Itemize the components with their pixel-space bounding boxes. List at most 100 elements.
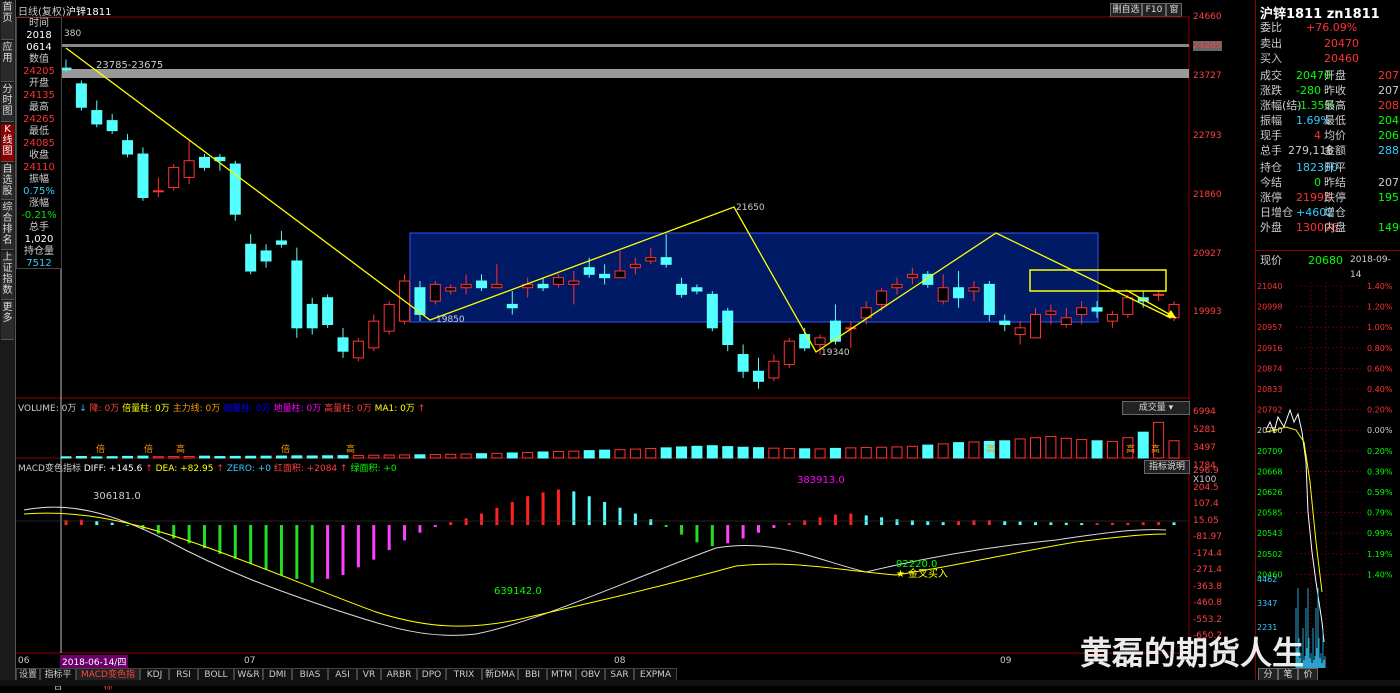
volume-bar-37 (629, 448, 641, 459)
mini-left-2: 20957 (1257, 323, 1282, 332)
close-label: 收盘 (29, 150, 49, 161)
volume-bar-72 (1168, 440, 1180, 459)
macd-bar-47 (787, 523, 791, 526)
macd-bar-51 (849, 513, 853, 526)
quote-zd_l: 涨跌 (1260, 84, 1282, 97)
quote-low_v: 204 (1378, 114, 1399, 127)
volume-legend: VOLUME: 0万 ↓ 降: 0万 倍量柱: 0万 主力线: 0万 缩量柱: … (18, 401, 425, 414)
quote-weibi_l: 委比 (1260, 21, 1282, 34)
macd-bar-71 (1157, 522, 1161, 526)
volume-bar-29 (506, 452, 518, 459)
annotation-21650: 21650 (736, 203, 765, 213)
nav-7[interactable]: 更多 (1, 302, 14, 340)
macd-bar-29 (510, 501, 514, 526)
quote-row-oi: 持仓 182380 开平 (1256, 160, 1400, 175)
left-nav: 首页 应用分时图 K线图自选股综合排名上证指数更多 (0, 0, 16, 686)
volume-bar-28 (491, 452, 503, 459)
quote-tot_l: 总手 (1260, 144, 1282, 157)
candle-46 (768, 354, 780, 382)
volume-bar-21 (383, 454, 395, 459)
candle-71 (1153, 291, 1165, 302)
nav-1[interactable]: 应用 (1, 42, 14, 82)
macd-bar-21 (387, 525, 391, 551)
macd-bar-69 (1126, 522, 1130, 526)
macd-bar-2 (95, 521, 99, 526)
quote-sell_l: 卖出 (1260, 37, 1282, 50)
nav-5[interactable]: 综合排名 (1, 202, 14, 250)
now-value: 20680 (1308, 254, 1343, 267)
high-label: 最高 (29, 102, 49, 113)
amplitude-value: 0.75% (23, 186, 55, 197)
volume-bar-22 (399, 454, 411, 459)
quote-amt_v: 288.7 (1378, 144, 1400, 157)
macd-axis-0: 296.9 (1193, 466, 1219, 476)
candle-15 (291, 247, 303, 338)
volume-bar-24 (429, 454, 441, 459)
low-value: 24085 (23, 138, 55, 149)
quote-row-wp: 外盘130096内盘1490 (1256, 220, 1400, 235)
volume-indicator-select[interactable]: 成交量 ▾ (1122, 401, 1190, 415)
main-chart[interactable]: 23785-23675 380 19850 21650 19340 倍 倍 高 倍 高 高… (16, 0, 1190, 668)
macd-axis-5: -174.4 (1193, 548, 1223, 559)
macd-bar-54 (895, 519, 899, 526)
mini-right-14: 1.40% (1367, 570, 1393, 579)
quote-deal_l: 成交 (1260, 69, 1282, 82)
nav-4[interactable]: 自选股 (1, 164, 14, 200)
macd-bar-42 (710, 525, 714, 547)
quote-row-zf: 涨幅(结) -1.35% 最高 208 (1256, 98, 1400, 113)
quote-divider (1256, 250, 1400, 251)
xaxis-06: 06 (18, 656, 30, 666)
quote-row-amp: 振幅 1.69% 最低 204 (1256, 113, 1400, 128)
macd-bar-61 (1003, 521, 1007, 526)
mini-left-9: 20668 (1257, 467, 1282, 476)
nav-2[interactable]: 分时图 (1, 84, 14, 122)
golden-cross-label: 金叉买入 (908, 567, 948, 580)
xaxis-date: 2018-06-14/四 (60, 655, 129, 668)
candle-4 (122, 133, 134, 158)
volume-bar-26 (460, 453, 472, 459)
quote-low_l: 最低 (1324, 114, 1346, 127)
nav-0[interactable]: 首页 (1, 2, 14, 40)
macd-diff-line (23, 506, 1167, 636)
mini-vol-axis-0: 4462 (1257, 575, 1277, 584)
macd-axis-9: -553.2 (1193, 614, 1223, 625)
oi-value: 7512 (26, 258, 52, 269)
amplitude-label: 振幅 (29, 174, 49, 185)
macd-bar-72 (1172, 522, 1176, 526)
intraday-grid: 21040 1.40% 20998 1.20% 20957 1.00% 20916 0.80%… (1257, 282, 1393, 668)
macd-bar-24 (433, 525, 437, 527)
quote-row-sell: 卖出 20470 (1256, 36, 1400, 51)
candle-43 (722, 307, 734, 352)
candle-8 (183, 140, 195, 185)
volume-bar-2 (91, 456, 103, 459)
candle-44 (737, 344, 749, 378)
price-axis-4: 21860 (1193, 190, 1222, 200)
indicator-help-button[interactable]: 指标说明 (1144, 460, 1190, 474)
quote-high_v: 208 (1378, 99, 1399, 112)
macd-bar-62 (1018, 521, 1022, 526)
volume-bar-9 (198, 455, 211, 459)
macd-bar-57 (941, 522, 945, 526)
volume-bar-39 (660, 447, 672, 459)
volume-mark-2: 高 (176, 443, 185, 455)
macd-legend-diff: DIFF: +145.6 (83, 464, 143, 474)
quote-wp_l: 外盘 (1260, 221, 1282, 234)
volume-bar-7 (168, 456, 180, 459)
candle-9 (198, 154, 211, 171)
mini-left-0: 21040 (1257, 282, 1282, 291)
nav-6[interactable]: 上证指数 (1, 252, 14, 300)
volume-bar-40 (676, 446, 688, 459)
quote-avg_l: 均价 (1324, 129, 1346, 142)
macd-bar-63 (1034, 522, 1037, 526)
macd-legend-name: MACD变色指标 (18, 464, 81, 474)
macd-bar-11 (233, 525, 237, 559)
macd-legend-zero: ZERO: +0 (226, 464, 271, 474)
nav-3[interactable]: K线图 (1, 124, 14, 162)
macd-axis-3: 15.05 (1193, 515, 1219, 526)
intraday-chart[interactable]: 21040 1.40% 20998 1.20% 20957 1.00% 20916 0.80%… (1256, 282, 1400, 668)
macd-bar-26 (464, 518, 468, 526)
volume-bar-25 (445, 453, 457, 459)
quote-amt_l: 金额 (1324, 144, 1346, 157)
candle-0 (60, 59, 72, 72)
macd-bar-18 (341, 525, 345, 576)
